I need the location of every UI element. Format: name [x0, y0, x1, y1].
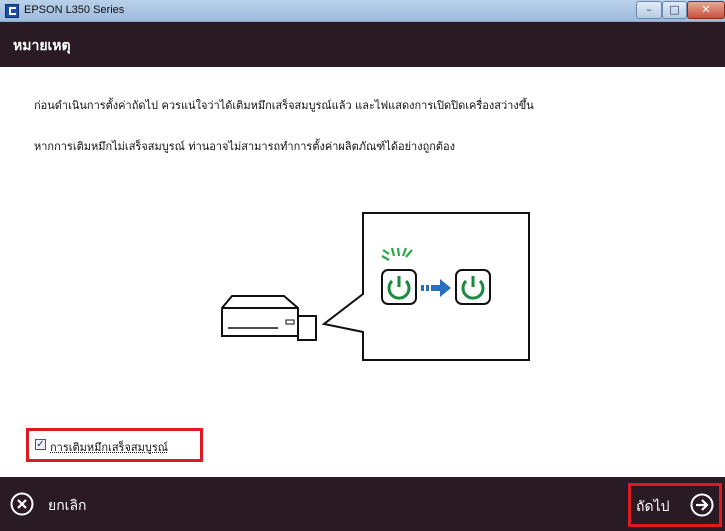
next-button[interactable]: ถัดไป: [628, 483, 722, 527]
warning-text: หากการเติมหมึกไม่เสร็จสมบูรณ์ ท่านอาจไม่…: [34, 140, 456, 153]
ink-filled-checkbox-row[interactable]: ✓ การเติมหมึกเสร็จสมบูรณ์: [26, 428, 203, 462]
printer-icon: [221, 295, 317, 341]
page-title: หมายเหตุ: [13, 38, 71, 54]
next-button-label[interactable]: ถัดไป: [636, 496, 670, 518]
printer-power-illustration: [221, 212, 530, 361]
window-titlebar: EPSON L350 Series – □ ✕: [0, 0, 725, 22]
power-button-on-icon: [455, 269, 491, 305]
instruction-text: ก่อนดำเนินการตั้งค่าถัดไป ควรแน่ใจว่าได้…: [34, 99, 534, 112]
minimize-button[interactable]: –: [636, 1, 662, 19]
cancel-button[interactable]: ยกเลิก: [48, 495, 87, 517]
close-button[interactable]: ✕: [687, 1, 725, 19]
ink-filled-checkbox-label[interactable]: การเติมหมึกเสร็จสมบูรณ์: [50, 438, 168, 456]
power-button-blinking-icon: [381, 269, 417, 305]
epson-app-icon: [5, 4, 19, 18]
maximize-button[interactable]: □: [662, 1, 687, 19]
arrow-right-circle-icon[interactable]: [690, 493, 714, 517]
page-header: หมายเหตุ: [0, 22, 725, 67]
ink-filled-checkbox[interactable]: ✓: [35, 439, 46, 450]
cancel-icon[interactable]: [10, 492, 34, 516]
footer-bar: ยกเลิก: [0, 477, 725, 531]
window-title: EPSON L350 Series: [24, 4, 125, 16]
